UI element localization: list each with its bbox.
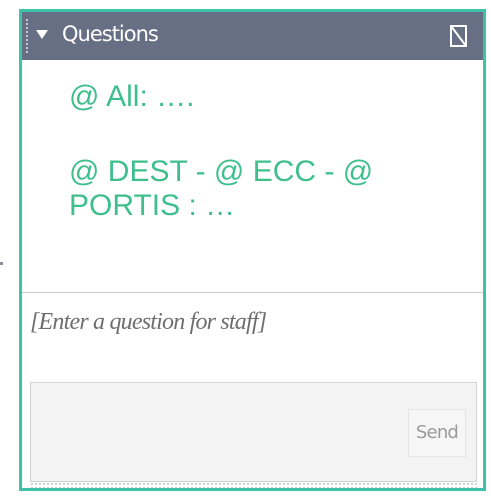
popout-icon[interactable]	[449, 24, 469, 48]
panel-header: Questions	[22, 12, 483, 60]
message-item: @ DEST - @ ECC - @ PORTIS : …	[69, 155, 374, 222]
send-button[interactable]: Send	[408, 409, 466, 457]
questions-panel: Questions @ All: …. @ DEST - @ ECC - @ P…	[19, 9, 486, 491]
resize-handle[interactable]	[30, 482, 477, 488]
messages-area: @ All: …. @ DEST - @ ECC - @ PORTIS : …	[22, 60, 483, 292]
edge-marker	[0, 262, 3, 265]
compose-area[interactable]: Send	[30, 382, 477, 482]
message-item: @ All: ….	[69, 80, 195, 113]
collapse-triangle-icon[interactable]	[36, 30, 48, 39]
drag-handle-icon[interactable]	[25, 18, 29, 54]
panel-title: Questions	[62, 22, 159, 46]
